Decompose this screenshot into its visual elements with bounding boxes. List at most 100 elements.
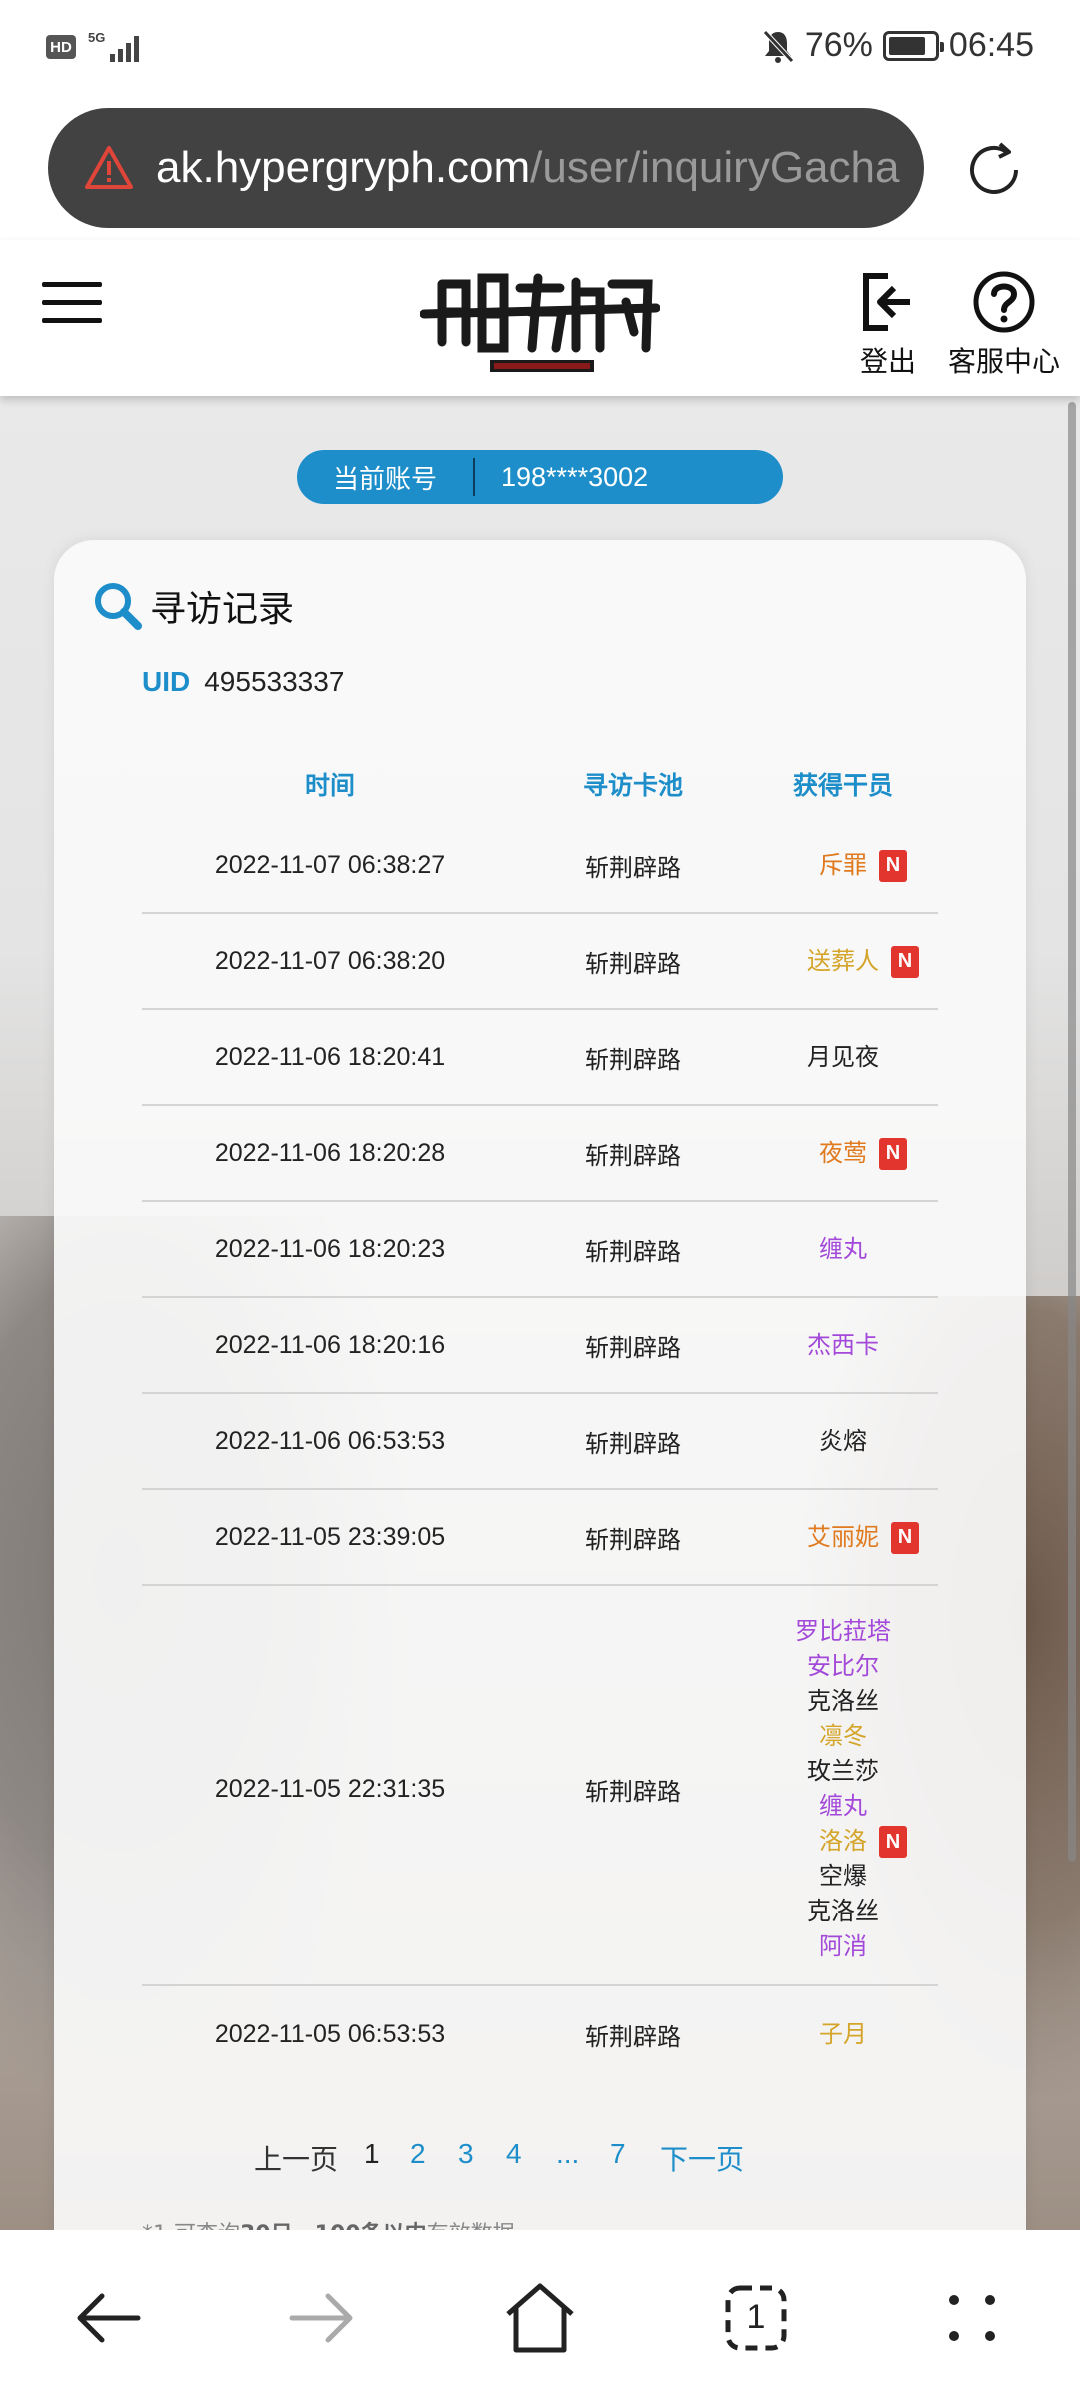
url-host: ak.hypergryph.com xyxy=(156,143,531,192)
operator-name-text: 阿消 xyxy=(819,1932,867,1960)
cell-time: 2022-11-07 06:38:20 xyxy=(214,946,446,975)
cell-time: 2022-11-06 06:53:53 xyxy=(214,1426,446,1455)
page-7-button[interactable]: 7 xyxy=(610,2138,626,2170)
operator-name-text: 安比尔 xyxy=(807,1652,879,1680)
site-header: 登出 客服中心 xyxy=(0,240,1080,396)
cell-operators: 送葬人 N xyxy=(748,944,938,979)
new-badge: N xyxy=(879,1826,907,1858)
page-4-button[interactable]: 4 xyxy=(506,2138,522,2170)
tab-count: 1 xyxy=(746,2298,766,2336)
cell-pool: 斩荆辟路 xyxy=(585,1141,681,1170)
operator-name-text: 玫兰莎 xyxy=(807,1757,879,1785)
hd-icon: HD xyxy=(46,35,76,59)
address-bar[interactable]: ak.hypergryph.com/user/inquiryGacha xyxy=(48,108,924,228)
cell-pool: 斩荆辟路 xyxy=(585,949,681,978)
cell-operators: 斥罪 N xyxy=(748,848,938,883)
home-icon[interactable] xyxy=(500,2278,580,2358)
cell-operators: 月见夜 xyxy=(748,1040,938,1075)
cell-operators: 缠丸 xyxy=(748,1232,938,1267)
operator-name-text: 炎熔 xyxy=(819,1426,867,1455)
operator-name-text: 夜莺 xyxy=(819,1138,867,1167)
cell-time: 2022-11-06 18:20:28 xyxy=(214,1138,446,1167)
logout-label: 登出 xyxy=(859,345,916,378)
operator-name: 玫兰莎 xyxy=(807,1754,879,1789)
customer-service-button[interactable]: 客服中心 xyxy=(948,270,1060,380)
table-row: 2022-11-07 06:38:27 斩荆辟路 斥罪 N xyxy=(142,818,938,914)
logout-icon xyxy=(863,273,910,331)
operator-name: 克洛丝 xyxy=(807,1684,879,1719)
operator-name-text: 送葬人 xyxy=(807,946,879,975)
operator-name: 空爆 xyxy=(819,1859,867,1894)
table-row: 2022-11-05 06:53:53 斩荆辟路 子月 xyxy=(142,1986,938,2082)
page-2-button[interactable]: 2 xyxy=(410,2138,426,2170)
reload-icon[interactable] xyxy=(960,136,1028,204)
uid-line: UID 495533337 xyxy=(142,666,344,698)
operator-name: 夜莺 N xyxy=(819,1136,907,1171)
operator-name-text: 子月 xyxy=(819,2019,867,2048)
operator-name: 子月 xyxy=(819,2017,867,2052)
cell-time: 2022-11-05 23:39:05 xyxy=(214,1522,446,1551)
header-time: 时间 xyxy=(304,771,355,800)
operator-name: 斥罪 N xyxy=(819,848,907,883)
operator-name-text: 洛洛 xyxy=(819,1827,867,1855)
tabs-button[interactable]: 1 xyxy=(716,2278,796,2358)
operator-name-text: 克洛丝 xyxy=(807,1897,879,1925)
operator-name: 安比尔 xyxy=(807,1649,879,1684)
warning-icon[interactable] xyxy=(84,143,134,193)
menu-icon[interactable] xyxy=(42,282,102,328)
clock: 06:45 xyxy=(948,26,1034,64)
cell-time: 2022-11-06 18:20:41 xyxy=(214,1042,446,1071)
new-badge: N xyxy=(891,1521,919,1554)
help-icon xyxy=(973,271,1035,333)
scrollbar[interactable] xyxy=(1068,402,1076,1862)
operator-name-text: 罗比菈塔 xyxy=(795,1617,891,1645)
back-icon[interactable] xyxy=(68,2278,148,2358)
operator-name-text: 缠丸 xyxy=(819,1234,867,1263)
header-operator: 获得干员 xyxy=(792,771,893,800)
arknights-logo[interactable] xyxy=(420,262,660,382)
table-row: 2022-11-07 06:38:20 斩荆辟路 送葬人 N xyxy=(142,914,938,1010)
mute-bell-icon xyxy=(763,29,794,63)
operator-name: 凛冬 xyxy=(819,1719,867,1754)
cell-operators: 夜莺 N xyxy=(748,1136,938,1171)
current-account: 当前账号 198****3002 xyxy=(297,450,783,504)
page-1-current[interactable]: 1 xyxy=(364,2138,380,2170)
operator-name-text: 空爆 xyxy=(819,1862,867,1890)
cell-time: 2022-11-05 06:53:53 xyxy=(214,2019,446,2048)
table-row: 2022-11-05 23:39:05 斩荆辟路 艾丽妮 N xyxy=(142,1490,938,1586)
cell-operators: 杰西卡 xyxy=(748,1328,938,1363)
battery-icon xyxy=(882,30,944,61)
more-icon[interactable] xyxy=(932,2278,1012,2358)
page-3-button[interactable]: 3 xyxy=(458,2138,474,2170)
table-row: 2022-11-06 18:20:16 斩荆辟路 杰西卡 xyxy=(142,1298,938,1394)
operator-name: 阿消 xyxy=(819,1929,867,1964)
status-left: HD 5G xyxy=(46,30,142,64)
operator-name-text: 月见夜 xyxy=(807,1042,879,1071)
cell-pool: 斩荆辟路 xyxy=(585,1429,681,1458)
operator-name-text: 杰西卡 xyxy=(807,1330,879,1359)
logout-button[interactable]: 登出 xyxy=(858,270,918,380)
url-text[interactable]: ak.hypergryph.com/user/inquiryGacha xyxy=(156,143,899,193)
operator-name-text: 凛冬 xyxy=(819,1722,867,1750)
cell-operators: 子月 xyxy=(748,2017,938,2052)
status-right: 76% 06:45 xyxy=(761,26,1034,65)
cell-operators: 艾丽妮 N xyxy=(748,1520,938,1555)
prev-page-button[interactable]: 上一页 xyxy=(254,2138,338,2178)
operator-name: 月见夜 xyxy=(807,1040,879,1075)
gacha-table: 时间 寻访卡池 获得干员 2022-11-07 06:38:27 斩荆辟路 斥罪 N 2… xyxy=(142,750,938,2082)
next-page-button[interactable]: 下一页 xyxy=(660,2138,744,2178)
operator-name: 送葬人 N xyxy=(807,944,919,979)
operator-name: 洛洛 N xyxy=(819,1824,907,1859)
table-body: 2022-11-07 06:38:27 斩荆辟路 斥罪 N 2022-11-07 06:… xyxy=(142,818,938,2082)
cell-time: 2022-11-06 18:20:16 xyxy=(214,1330,446,1359)
cell-pool: 斩荆辟路 xyxy=(585,1045,681,1074)
gacha-record-card: 寻访记录 UID 495533337 时间 寻访卡池 获得干员 2022-11-… xyxy=(54,540,1026,2247)
cell-pool: 斩荆辟路 xyxy=(585,1525,681,1554)
cell-operators: 罗比菈塔 安比尔 克洛丝 凛冬 玫兰莎 缠丸 洛洛 N 空爆 克洛丝 阿消 xyxy=(748,1614,938,1964)
operator-name-text: 斥罪 xyxy=(819,850,867,879)
operator-name: 炎熔 xyxy=(819,1424,867,1459)
forward-icon[interactable] xyxy=(282,2278,362,2358)
table-header: 时间 寻访卡池 获得干员 xyxy=(142,750,938,818)
operator-name: 罗比菈塔 xyxy=(795,1614,891,1649)
table-row: 2022-11-06 18:20:28 斩荆辟路 夜莺 N xyxy=(142,1106,938,1202)
